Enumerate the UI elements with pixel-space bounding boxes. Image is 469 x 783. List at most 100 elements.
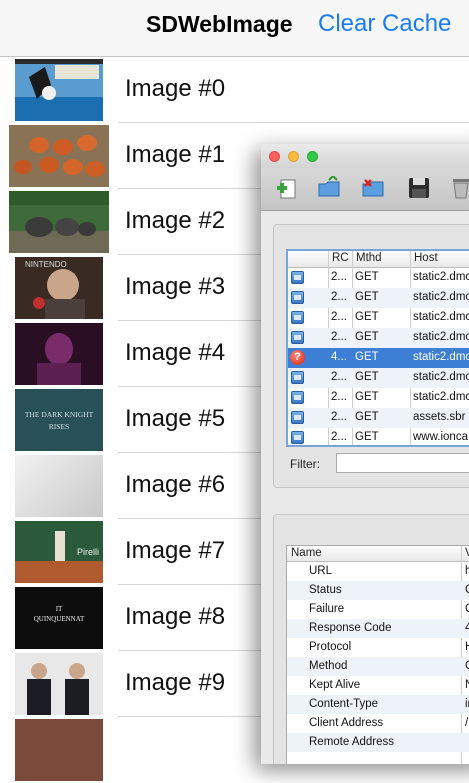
thumbnail-image-0: [15, 59, 103, 121]
close-window-icon[interactable]: [269, 151, 280, 162]
column-header-name[interactable]: Name: [291, 547, 322, 559]
nav-title: SDWebImage: [146, 11, 293, 37]
details-table-header: Name V: [287, 546, 469, 562]
cell-name: Kept Alive: [309, 679, 361, 691]
cell-name: Response Code: [309, 622, 392, 634]
table-row[interactable]: Status C: [287, 581, 469, 600]
image-label: Image #8: [125, 603, 226, 630]
column-header-method[interactable]: Mthd: [356, 252, 382, 264]
cell-method: GET: [355, 391, 379, 403]
thumbnail-image-1: [9, 125, 109, 187]
table-row[interactable]: URL h: [287, 562, 469, 581]
table-row[interactable]: 2... GET assets.sbr: [288, 408, 469, 428]
open-folder-icon[interactable]: [317, 174, 341, 200]
table-row[interactable]: 2... GET static2.dmc: [288, 328, 469, 348]
table-row[interactable]: Response Code 4: [287, 619, 469, 638]
requests-table-header: RC Mthd Host: [288, 251, 469, 268]
table-row[interactable]: 2... GET static2.dmc: [288, 308, 469, 328]
document-icon: [291, 311, 304, 324]
thumbnail-image-6: [15, 455, 103, 517]
cell-host: static2.dmc: [413, 331, 469, 343]
image-label: Image #6: [125, 471, 226, 498]
column-header-rc[interactable]: RC: [332, 252, 349, 264]
cell-host: static2.dmc: [413, 351, 469, 363]
cell-rc: 2...: [331, 391, 347, 403]
cell-method: GET: [355, 291, 379, 303]
cell-value: C: [465, 660, 469, 672]
details-panel: Name V URL h Status C Failure C Response…: [273, 514, 469, 764]
thumbnail-image-8: IT QUINQUENNAT: [15, 587, 103, 649]
requests-table[interactable]: RC Mthd Host 2... GET static2.dmc 2... G…: [286, 249, 469, 447]
table-row[interactable]: 2... GET static2.dmc: [288, 288, 469, 308]
list-item[interactable]: Image #0: [0, 57, 469, 123]
thumbnail-image-3: NINTENDO: [15, 257, 103, 319]
thumbnail-text: Pirelli: [77, 547, 99, 557]
column-header-host[interactable]: Host: [414, 252, 438, 264]
cell-value: C: [465, 584, 469, 596]
thumbnail-image-10: [15, 719, 103, 781]
thumbnail-image-9: [15, 653, 103, 715]
clear-cache-button[interactable]: Clear Cache: [318, 10, 451, 38]
image-label: Image #5: [125, 405, 226, 432]
filter-input[interactable]: [336, 453, 469, 473]
thumbnail-image-4: [15, 323, 103, 385]
thumbnail-text: THE DARK KNIGHT: [25, 410, 94, 419]
error-icon: ?: [290, 350, 305, 365]
document-icon: [291, 391, 304, 404]
toolbar: [261, 168, 469, 211]
cell-rc: 2...: [331, 431, 347, 443]
image-label: Image #1: [125, 141, 226, 168]
thumbnail-image-7: Pirelli: [15, 521, 103, 583]
cell-host: static2.dmc: [413, 371, 469, 383]
cell-rc: 2...: [331, 331, 347, 343]
table-row[interactable]: 2... GET www.ionca: [288, 428, 469, 445]
trash-icon[interactable]: [449, 176, 469, 200]
table-row[interactable]: Failure C: [287, 600, 469, 619]
thumbnail-image-5: THE DARK KNIGHT RISES: [15, 389, 103, 451]
add-icon[interactable]: [275, 176, 299, 200]
cell-method: GET: [355, 311, 379, 323]
cell-value: N: [465, 679, 469, 691]
table-row[interactable]: 2... GET static2.dmc: [288, 268, 469, 288]
image-label: Image #9: [125, 669, 226, 696]
table-row[interactable]: 2... GET static2.dmc: [288, 368, 469, 388]
cell-value: ir: [465, 698, 469, 710]
http-inspector-window: RC Mthd Host 2... GET static2.dmc 2... G…: [261, 144, 469, 764]
table-row[interactable]: Content-Type ir: [287, 695, 469, 714]
cell-method: GET: [355, 351, 379, 363]
document-icon: [291, 271, 304, 284]
zoom-window-icon[interactable]: [307, 151, 318, 162]
minimize-window-icon[interactable]: [288, 151, 299, 162]
table-row[interactable]: Remote Address: [287, 733, 469, 752]
cell-host: static2.dmc: [413, 311, 469, 323]
cell-host: static2.dmc: [413, 391, 469, 403]
cell-method: GET: [355, 431, 379, 443]
cell-host: www.ionca: [413, 431, 468, 443]
cell-name: URL: [309, 565, 333, 577]
column-header-value[interactable]: V: [465, 547, 469, 559]
cell-value: /: [465, 717, 469, 729]
details-table[interactable]: Name V URL h Status C Failure C Response…: [286, 545, 469, 764]
cell-host: static2.dmc: [413, 271, 469, 283]
cell-name: Method: [309, 660, 348, 672]
cell-rc: 2...: [331, 371, 347, 383]
image-label: Image #3: [125, 273, 226, 300]
navigation-bar: SDWebImage Clear Cache: [0, 0, 469, 57]
table-row[interactable]: Method C: [287, 657, 469, 676]
window-titlebar: [261, 144, 469, 168]
document-icon: [291, 371, 304, 384]
table-row[interactable]: Protocol H: [287, 638, 469, 657]
thumbnail-image-2: [9, 191, 109, 253]
table-row-selected[interactable]: ? 4... GET static2.dmc: [288, 348, 469, 368]
cell-method: GET: [355, 371, 379, 383]
image-label: Image #0: [125, 75, 226, 102]
image-label: Image #7: [125, 537, 226, 564]
delete-icon[interactable]: [361, 176, 385, 200]
table-row[interactable]: Kept Alive N: [287, 676, 469, 695]
cell-host: static2.dmc: [413, 291, 469, 303]
filter-label: Filter:: [290, 457, 320, 471]
cell-name: Client Address: [309, 717, 384, 729]
save-icon[interactable]: [407, 176, 431, 200]
table-row[interactable]: 2... GET static2.dmc: [288, 388, 469, 408]
table-row[interactable]: Client Address /: [287, 714, 469, 733]
